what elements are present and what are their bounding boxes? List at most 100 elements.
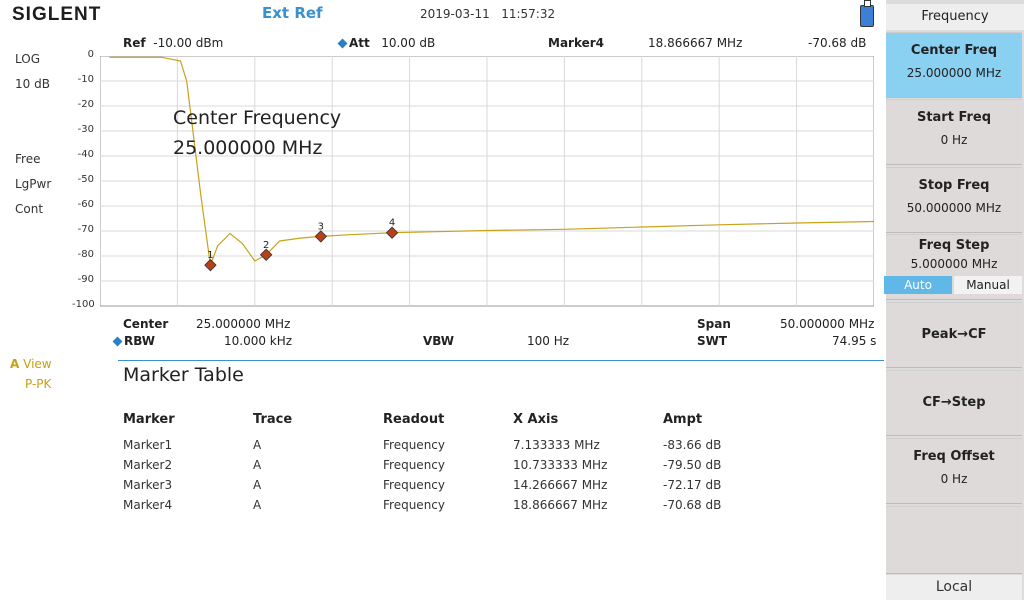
ref-value: -10.00 dBm — [153, 36, 224, 50]
center-freq-label: Center Freq — [910, 43, 998, 58]
overlay-center-value: 25.000000 MHz — [173, 137, 323, 159]
stop-freq-button[interactable]: Stop Freq 50.000000 MHz — [886, 167, 1022, 233]
start-freq-value: 0 Hz — [940, 133, 968, 147]
marker-table-cell: A — [253, 438, 262, 452]
ext-ref-indicator: Ext Ref — [262, 4, 323, 22]
marker-2-label: 2 — [263, 240, 269, 251]
marker-table-title: Marker Table — [123, 364, 244, 386]
marker-table-cell: A — [253, 458, 262, 472]
vbw-label: VBW — [423, 334, 455, 348]
rbw-diamond-icon — [112, 336, 123, 347]
manual-option[interactable]: Manual — [954, 276, 1022, 294]
active-marker-ampt: -70.68 dB — [808, 36, 867, 50]
marker-3-label: 3 — [318, 221, 324, 232]
empty-softkey — [886, 506, 1022, 574]
spectrum-plot[interactable]: 1 2 3 4 — [100, 56, 874, 308]
trace-mode: View — [23, 357, 52, 371]
center-freq-button[interactable]: Center Freq 25.000000 MHz — [886, 32, 1022, 98]
cf-to-step-button[interactable]: CF→Step — [886, 370, 1022, 436]
y-tick-label: 0 — [87, 49, 94, 60]
marker-table-header: Trace — [253, 412, 293, 427]
peak-to-cf-label: Peak→CF — [921, 327, 987, 342]
marker-table-cell: -70.68 dB — [663, 498, 722, 512]
swt-label: SWT — [697, 334, 728, 348]
start-freq-button[interactable]: Start Freq 0 Hz — [886, 99, 1022, 165]
trace-id: A — [10, 357, 20, 371]
y-tick-label: -90 — [77, 274, 94, 285]
ref-label: Ref — [123, 36, 146, 50]
siglent-logo: SIGLENT — [12, 4, 102, 25]
marker-4-label: 4 — [389, 218, 395, 229]
y-tick-label: -10 — [77, 74, 94, 85]
rbw-value: 10.000 kHz — [224, 334, 293, 348]
marker-table-header: Marker — [123, 412, 175, 427]
marker-table-header: X Axis — [513, 412, 559, 427]
y-tick-label: -100 — [72, 299, 95, 310]
center-value: 25.000000 MHz — [196, 317, 291, 331]
center-label: Center — [123, 317, 169, 331]
freq-offset-label: Freq Offset — [913, 449, 995, 464]
trigger-mode: Free — [15, 152, 41, 166]
y-tick-label: -80 — [77, 249, 94, 260]
span-label: Span — [697, 317, 731, 331]
stop-freq-label: Stop Freq — [918, 178, 990, 193]
local-button[interactable]: Local — [886, 575, 1022, 600]
marker-table-cell: -79.50 dB — [663, 458, 722, 472]
freq-offset-button[interactable]: Freq Offset 0 Hz — [886, 438, 1022, 504]
peak-to-cf-button[interactable]: Peak→CF — [886, 302, 1022, 368]
usb-icon — [860, 0, 874, 27]
ref-level: Ref -10.00 dBm — [123, 36, 223, 50]
marker-table-cell: 7.133333 MHz — [513, 438, 600, 452]
cf-to-step-label: CF→Step — [922, 395, 986, 410]
sweep-mode: Cont — [15, 202, 44, 216]
y-tick-label: -50 — [77, 174, 94, 185]
freq-step-value: 5.000000 MHz — [910, 257, 998, 271]
detector-mode: LgPwr — [15, 177, 52, 191]
marker-table-cell: A — [253, 498, 262, 512]
y-tick-label: -30 — [77, 124, 94, 135]
freq-step-label: Freq Step — [918, 238, 990, 253]
datetime: 2019-03-11 11:57:32 — [420, 7, 555, 21]
marker-table-cell: 14.266667 MHz — [513, 478, 608, 492]
att-diamond-icon — [337, 38, 348, 49]
marker-table-cell: Marker2 — [123, 458, 173, 472]
center-freq-value: 25.000000 MHz — [906, 66, 1002, 80]
y-tick-label: -70 — [77, 224, 94, 235]
marker-table-cell: Marker3 — [123, 478, 173, 492]
y-tick-label: -40 — [77, 149, 94, 160]
marker-1-label: 1 — [207, 250, 213, 261]
marker-table-cell: Frequency — [383, 438, 445, 452]
marker-table-cell: Frequency — [383, 478, 445, 492]
marker-table-cell: 18.866667 MHz — [513, 498, 608, 512]
stop-freq-value: 50.000000 MHz — [906, 201, 1002, 215]
rbw-label: RBW — [124, 334, 155, 348]
freq-offset-value: 0 Hz — [940, 472, 968, 486]
scale-div: 10 dB — [15, 77, 50, 91]
marker-table-cell: 10.733333 MHz — [513, 458, 608, 472]
marker-table-cell: A — [253, 478, 262, 492]
overlay-center-label: Center Frequency — [173, 107, 342, 129]
marker-table-cell: Frequency — [383, 498, 445, 512]
trace-detector: P-PK — [25, 377, 52, 391]
active-marker-freq: 18.866667 MHz — [648, 36, 743, 50]
att-value: 10.00 dB — [381, 36, 436, 50]
marker-table-cell: -83.66 dB — [663, 438, 722, 452]
vbw-value: 100 Hz — [527, 334, 570, 348]
scale-type: LOG — [15, 52, 41, 66]
y-tick-label: -20 — [77, 99, 94, 110]
marker-table-header: Ampt — [663, 412, 703, 427]
separator-line — [118, 360, 884, 361]
y-tick-label: -60 — [77, 199, 94, 210]
marker-table-header: Readout — [383, 412, 445, 427]
marker-table-cell: Marker1 — [123, 438, 173, 452]
trace-status: A View — [10, 357, 52, 371]
swt-value: 74.95 s — [832, 334, 877, 348]
active-marker-label: Marker4 — [548, 36, 605, 50]
marker-table-cell: -72.17 dB — [663, 478, 722, 492]
span-value: 50.000000 MHz — [780, 317, 875, 331]
att-label: Att — [349, 36, 370, 50]
auto-option[interactable]: Auto — [884, 276, 952, 294]
marker-table-cell: Frequency — [383, 458, 445, 472]
rbw: RBW — [112, 334, 155, 348]
freq-step-mode-toggle[interactable]: Auto Manual — [884, 276, 1022, 294]
